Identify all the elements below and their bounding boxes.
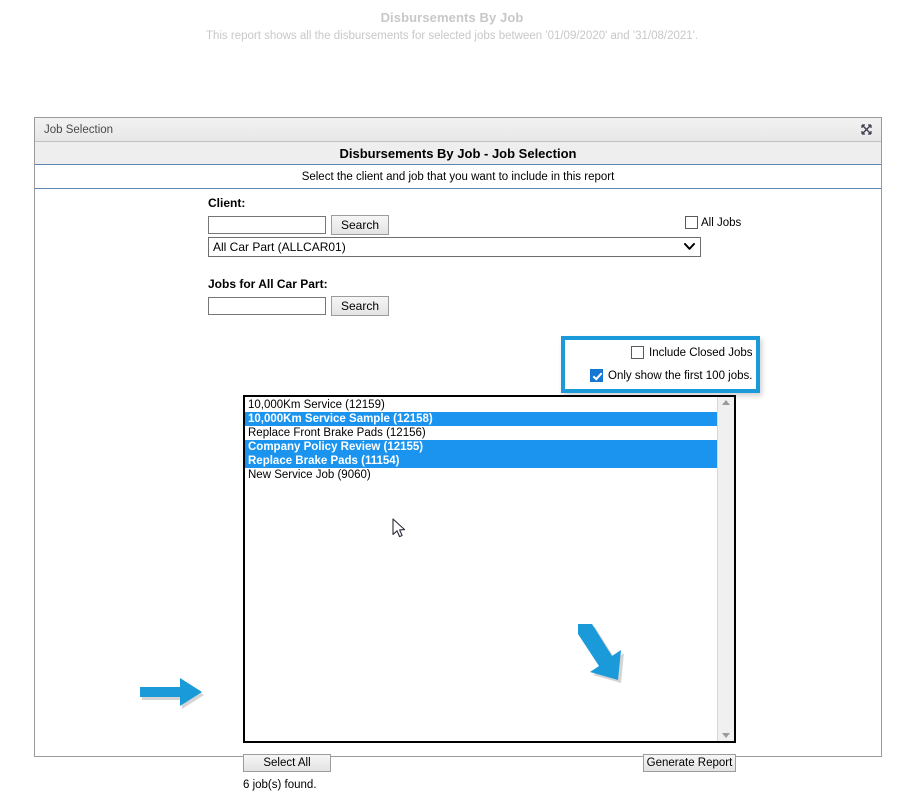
first-100-jobs-label: Only show the first 100 jobs. (608, 369, 753, 382)
dialog-instruction: Select the client and job that you want … (35, 165, 881, 189)
dialog-title-text: Job Selection (44, 123, 114, 136)
first-100-jobs-checkbox[interactable] (590, 369, 603, 382)
client-search-row: Search (208, 215, 390, 235)
job-list-item[interactable]: 10,000Km Service Sample (12158) (245, 412, 717, 426)
jobs-label: Jobs for All Car Part: (208, 277, 328, 291)
all-jobs-checkbox[interactable] (685, 216, 698, 229)
client-search-input[interactable] (208, 216, 326, 234)
chevron-down-icon (682, 242, 696, 253)
dialog-titlebar: Job Selection (35, 118, 881, 142)
job-list-item[interactable]: Company Policy Review (12155) (245, 440, 717, 454)
job-selection-dialog: Job Selection Disbursements By Job - Job… (34, 117, 882, 791)
jobs-search-input[interactable] (208, 297, 326, 315)
job-list[interactable]: 10,000Km Service (12159) 10,000Km Service… (245, 397, 717, 741)
client-dropdown[interactable]: All Car Part (ALLCAR01) (208, 237, 701, 257)
jobs-search-button[interactable]: Search (331, 296, 390, 316)
report-header: Disbursements By Job This report shows a… (0, 0, 904, 42)
client-dropdown-value: All Car Part (ALLCAR01) (213, 240, 346, 254)
close-icon[interactable] (857, 122, 875, 138)
jobs-found-status: 6 job(s) found. (243, 779, 317, 791)
include-closed-jobs-label: Include Closed Jobs (649, 346, 753, 359)
options-highlight-box: Include Closed Jobs Only show the first … (561, 336, 760, 393)
job-listbox[interactable]: 10,000Km Service (12159) 10,000Km Service… (243, 395, 736, 743)
job-list-item[interactable]: Replace Front Brake Pads (12156) (245, 426, 717, 440)
first-100-jobs-row[interactable]: Only show the first 100 jobs. (590, 369, 752, 382)
jobs-search-row: Search (208, 296, 390, 316)
client-label: Client: (208, 196, 246, 210)
client-search-button[interactable]: Search (331, 215, 390, 235)
job-list-scrollbar[interactable] (717, 397, 734, 741)
include-closed-jobs-checkbox[interactable] (631, 346, 644, 359)
job-list-item[interactable]: New Service Job (9060) (245, 468, 717, 482)
job-list-item[interactable]: Replace Brake Pads (11154) (245, 454, 717, 468)
dialog-banner: Disbursements By Job - Job Selection (35, 142, 881, 165)
scroll-down-icon[interactable] (722, 733, 730, 738)
select-all-button[interactable]: Select All (243, 754, 331, 772)
job-list-item[interactable]: 10,000Km Service (12159) (245, 398, 717, 412)
report-title: Disbursements By Job (380, 10, 524, 25)
all-jobs-label: All Jobs (701, 216, 742, 229)
report-subtitle: This report shows all the disbursements … (205, 30, 699, 42)
all-jobs-checkbox-row[interactable]: All Jobs (685, 216, 741, 229)
generate-report-button[interactable]: Generate Report (643, 754, 736, 772)
include-closed-jobs-row[interactable]: Include Closed Jobs (631, 346, 753, 359)
dialog-body: Client: Search All Jobs All Car Part (AL… (35, 189, 881, 791)
scroll-up-icon[interactable] (722, 400, 730, 405)
